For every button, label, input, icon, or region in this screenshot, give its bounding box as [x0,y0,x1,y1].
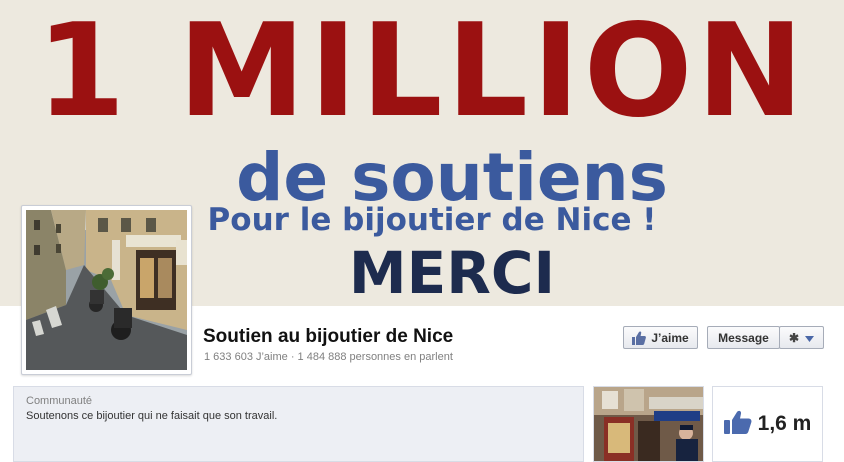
profile-picture[interactable] [26,210,187,370]
likes-count: 1,6 m [757,412,812,435]
settings-dropdown-button[interactable]: ✱ [779,326,824,349]
thumbs-up-icon [632,330,647,345]
like-button-label: J’aime [651,330,689,345]
thumbs-up-icon [723,410,752,438]
profile-picture-frame[interactable] [21,205,192,375]
about-section: Communauté Soutenons ce bijoutier qui ne… [13,386,584,462]
like-button[interactable]: J’aime [623,326,698,349]
page-description: Soutenons ce bijoutier qui ne faisait qu… [26,410,278,422]
message-button-label: Message [718,330,769,345]
message-button[interactable]: Message [707,326,780,349]
page-category[interactable]: Communauté [26,395,92,407]
photos-app-thumbnail[interactable] [593,386,704,462]
likes-app-box[interactable]: 1,6 m [712,386,823,462]
gear-icon: ✱ [788,330,800,345]
chevron-down-icon [805,331,815,345]
page-title[interactable]: Soutien au bijoutier de Nice [203,326,453,348]
page-stats: 1 633 603 J’aime · 1 484 888 personnes e… [204,351,453,363]
cover-headline-million: 1 MILLION [36,0,808,146]
